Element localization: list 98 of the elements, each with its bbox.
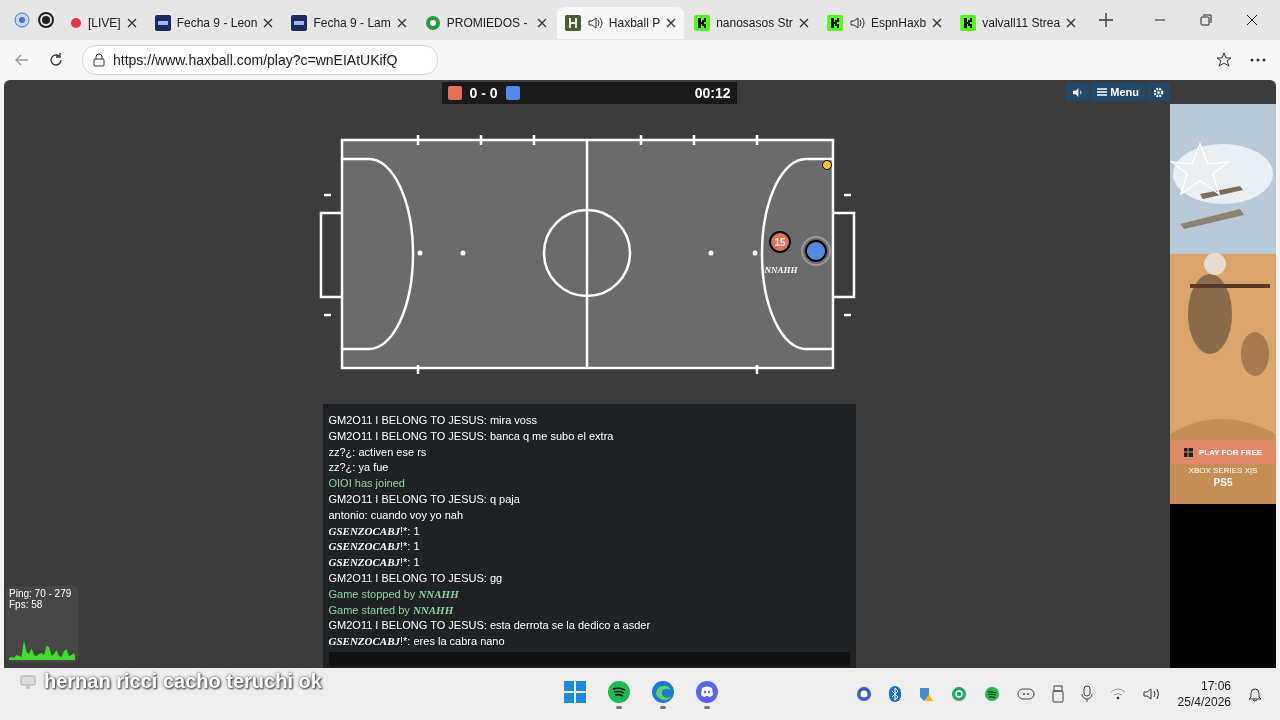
kick-logo-icon: [694, 15, 711, 31]
spotify-icon[interactable]: [983, 686, 1000, 702]
tab-title: Fecha 9 - Lam: [313, 16, 391, 30]
kick-logo-icon: [960, 15, 977, 31]
close-icon[interactable]: [932, 18, 943, 28]
restore-icon[interactable]: [1200, 14, 1212, 26]
tab-title: nanosasos Str: [716, 16, 793, 30]
close-icon[interactable]: [798, 18, 809, 28]
chat-message: GM2O11 I BELONG TO JESUS: banca q me subo el extra: [328, 428, 615, 444]
speaker-icon: [1072, 86, 1084, 98]
kick-logo-icon: [826, 15, 843, 31]
chat-message: GSENZOCABJ!*: 1: [328, 523, 421, 539]
start-icon[interactable]: [564, 681, 586, 703]
tab-title: Fecha 9 - Leon: [176, 16, 258, 30]
url-text: https://www.haxball.com/play?c=wnEIAtUKifQ: [113, 52, 398, 68]
shield-warning-icon[interactable]: [917, 686, 934, 702]
score-text: 0 - 0: [469, 85, 498, 101]
spotify-icon[interactable]: [608, 681, 630, 703]
chat-message: zz?¿: ya fue: [328, 460, 390, 476]
ping-text: Ping: 70 - 279: [9, 588, 73, 599]
back-icon[interactable]: [14, 52, 30, 68]
chat-message: zz?¿: activen ese rs: [328, 444, 428, 460]
site-favicon-icon: [291, 15, 308, 31]
close-icon[interactable]: [1066, 18, 1077, 28]
site-favicon-icon: [154, 15, 171, 31]
close-icon[interactable]: [666, 18, 677, 28]
new-tab-icon[interactable]: [1098, 12, 1115, 28]
platform-label: XBOX SERIES X|S: [1188, 466, 1258, 475]
speaker-icon[interactable]: [848, 15, 865, 31]
close-icon[interactable]: [396, 18, 407, 28]
menu-icon: [1097, 88, 1108, 96]
chat-message: GSENZOCABJ!*: eres la cabra nano: [328, 634, 506, 650]
close-icon[interactable]: [1246, 14, 1258, 26]
site-favicon-icon: [564, 15, 581, 31]
address-bar[interactable]: https://www.haxball.com/play?c=wnEIAtUKifQ: [82, 45, 438, 75]
bluetooth-icon[interactable]: [888, 686, 901, 702]
browser-tab[interactable]: [LIVE]: [62, 7, 145, 39]
browser-tab[interactable]: nanosasos Str: [686, 7, 817, 39]
tab-title: EspnHaxb: [870, 16, 927, 30]
overlay-caption: hernan ricci cacho teruchi ok: [44, 670, 322, 693]
chat-message: antonio: cuando voy yo nah: [328, 507, 465, 523]
platform-label: PS5: [1213, 477, 1233, 488]
team-swatch-icon: [447, 86, 462, 100]
browser-tab[interactable]: PROMIEDOS -: [416, 7, 555, 39]
browser-tab[interactable]: Fecha 9 - Leon: [146, 7, 282, 39]
player-name: NNAHH: [764, 265, 798, 275]
chat-message: GM2O11 I BELONG TO JESUS: gg: [328, 570, 504, 586]
team-swatch-icon: [505, 86, 520, 100]
tab-title: valvall11 Strea: [982, 16, 1061, 30]
browser-tab[interactable]: valvall11 Strea: [952, 7, 1085, 39]
gamepad-icon[interactable]: [1016, 687, 1035, 701]
fps-text: Fps: 58: [9, 599, 44, 610]
match-timer: 00:12: [694, 85, 731, 101]
live-dot-icon: [70, 17, 82, 29]
browser-tab[interactable]: Haxball P: [556, 7, 685, 39]
discord-icon[interactable]: [696, 681, 718, 703]
tab-title: [LIVE]: [88, 16, 121, 30]
date-text: 25/4/2026: [1177, 694, 1231, 710]
time-text: 17:06: [1200, 678, 1231, 694]
monitor-icon: [20, 673, 36, 690]
close-icon[interactable]: [536, 18, 547, 28]
soccer-ball-icon: [424, 15, 441, 31]
chat-notice: OIOI has joined: [328, 476, 406, 492]
speaker-icon[interactable]: [586, 15, 603, 31]
chat-message: GM2O11 I BELONG TO JESUS: esta derrota se la dedico a asder: [328, 618, 652, 634]
star-icon[interactable]: [1216, 52, 1232, 68]
usb-drive-icon[interactable]: [1051, 685, 1064, 703]
browser-tab[interactable]: Fecha 9 - Lam: [283, 7, 415, 39]
ball: [822, 160, 832, 170]
settings-button[interactable]: [1147, 83, 1170, 101]
menu-button[interactable]: Menu: [1091, 83, 1145, 101]
tray-app-icon[interactable]: [950, 686, 967, 702]
close-icon[interactable]: [126, 18, 137, 28]
settings-icon: [1153, 86, 1164, 98]
tab-title: PROMIEDOS -: [446, 16, 529, 30]
chat-message: GSENZOCABJ!*: 1: [328, 555, 421, 571]
chat-message: GM2O11 I BELONG TO JESUS: mira voss: [328, 413, 538, 428]
speaker-icon[interactable]: [1142, 687, 1161, 701]
lock-icon: [93, 53, 105, 67]
sound-button[interactable]: [1066, 83, 1090, 101]
chat-notice: Game started by NNAHH: [328, 602, 455, 618]
more-icon[interactable]: [1250, 58, 1266, 62]
windows-logo-icon: [1183, 447, 1193, 457]
browser-tab[interactable]: EspnHaxb: [818, 7, 951, 39]
profile-icon[interactable]: [14, 12, 30, 28]
notification-bell-icon[interactable]: [1248, 686, 1262, 702]
clock[interactable]: 17:06 25/4/2026: [1177, 678, 1231, 710]
record-icon[interactable]: [38, 12, 54, 28]
microphone-icon[interactable]: [1080, 685, 1093, 703]
reload-icon[interactable]: [48, 52, 64, 68]
chat-message: GM2O11 I BELONG TO JESUS: q paja: [328, 492, 521, 507]
chat-message: GSENZOCABJ!*: 1: [328, 539, 421, 555]
tab-title: Haxball P: [608, 16, 661, 30]
close-icon[interactable]: [263, 18, 274, 28]
chat-notice: Game stopped by NNAHH: [328, 586, 460, 602]
player-token: [801, 236, 831, 266]
browser-icon[interactable]: [652, 681, 674, 703]
tray-app-icon[interactable]: [855, 686, 872, 702]
